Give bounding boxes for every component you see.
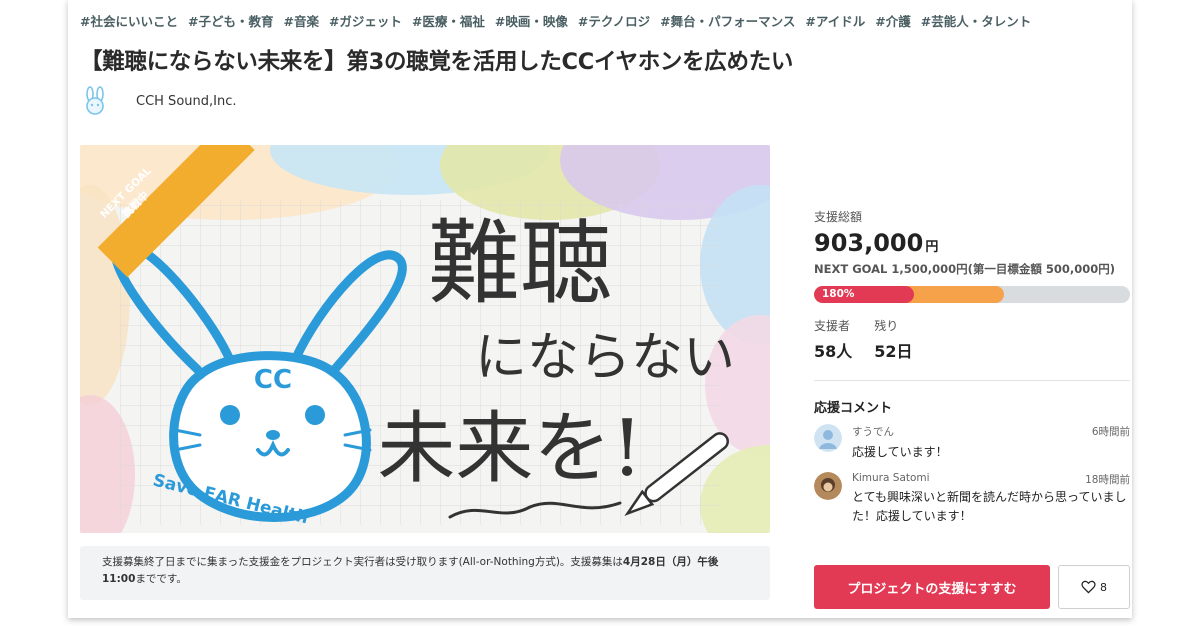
next-goal-text: NEXT GOAL 1,500,000円(第一目標金額 500,000円) [814,262,1115,276]
comment-item: 6時間前 すうでん 応援しています！ [814,424,1130,464]
comment-author: すうでん [852,426,894,438]
backers-label: 支援者 [814,319,851,333]
default-user-avatar-icon [814,424,842,452]
remaining-label: 残り [874,319,899,333]
tag-link[interactable]: #舞台・パフォーマンス [660,11,795,30]
user-photo-avatar [814,472,842,500]
total-amount-value: 903,000 [814,229,924,257]
tag-link[interactable]: #音楽 [283,11,318,30]
tag-link[interactable]: #アイドル [805,11,865,30]
total-label: 支援総額 [814,210,863,224]
notice-text-1: 支援募集終了日までに集まった支援金をプロジェクト実行者は受け取ります(All-o… [102,556,623,568]
funding-notice: 支援募集終了日までに集まった支援金をプロジェクト実行者は受け取ります(All-o… [80,546,770,600]
remaining-stat: 残り 52日 [874,317,912,362]
heart-icon [1081,580,1096,594]
tag-link[interactable]: #子ども・教育 [188,11,273,30]
support-project-button[interactable]: プロジェクトの支援にすすむ [814,565,1050,609]
hero-headline-1: 難聴 [428,210,612,317]
tag-link[interactable]: #社会にいいこと [80,11,178,30]
tag-link[interactable]: #ガジェット [329,11,402,30]
comment-text: とても興味深いと新聞を読んだ時から思っていました！応援しています！ [852,490,1127,523]
comment-time: 18時間前 [1085,474,1130,486]
hero-headline-2: にならない [475,328,735,388]
tag-link[interactable]: #テクノロジ [578,11,650,30]
owner-name[interactable]: CCH Sound,Inc. [136,94,236,109]
tag-link[interactable]: #医療・福祉 [412,11,485,30]
comment-text: 応援しています！ [852,445,948,459]
category-tags: #社会にいいこと #子ども・教育 #音楽 #ガジェット #医療・福祉 #映画・映… [80,11,1031,30]
favorite-button[interactable]: 8 [1058,565,1130,609]
project-card: #社会にいいこと #子ども・教育 #音楽 #ガジェット #医療・福祉 #映画・映… [68,0,1132,618]
total-amount: 903,000 円 [814,229,1130,257]
favorite-count: 8 [1100,580,1107,594]
tag-link[interactable]: #映画・映像 [495,11,568,30]
comments-title: 応援コメント [814,401,893,416]
currency-label: 円 [925,240,939,255]
stats-row: 支援者 58人 残り 52日 [814,317,1130,362]
progress-percent: 180% [822,288,855,300]
funding-panel: 支援総額 903,000 円 NEXT GOAL 1,500,000円(第一目標金… [814,208,1130,526]
owner-rabbit-logo-icon [86,86,104,115]
tag-link[interactable]: #介護 [875,11,910,30]
backers-stat: 支援者 58人 [814,317,852,362]
project-title: 【難聴にならない未来を】第3の聴覚を活用したCCイヤホンを広めたい [80,49,794,75]
hero-headline-3: 未来を! [377,404,642,494]
comment-time: 6時間前 [1091,426,1130,438]
progress-bar: 180% [814,286,1130,303]
tag-link[interactable]: #芸能人・タレント [921,11,1031,30]
project-hero-image[interactable]: CC Save EAR Health 難聴 にならない 未来を! NEXT GO… [80,145,770,533]
hero-cc-text: CC [254,365,292,395]
notice-text-2: までです。 [135,573,187,585]
divider [814,380,1130,381]
project-owner[interactable]: CCH Sound,Inc. [80,86,236,116]
remaining-value: 52日 [874,342,913,361]
comment-item: 18時間前 Kimura Satomi とても興味深いと新聞を読んだ時から思って… [814,472,1130,526]
hero-illustration: CC Save EAR Health 難聴 にならない 未来を! NEXT GO… [80,145,770,533]
backers-value: 58人 [814,342,853,361]
